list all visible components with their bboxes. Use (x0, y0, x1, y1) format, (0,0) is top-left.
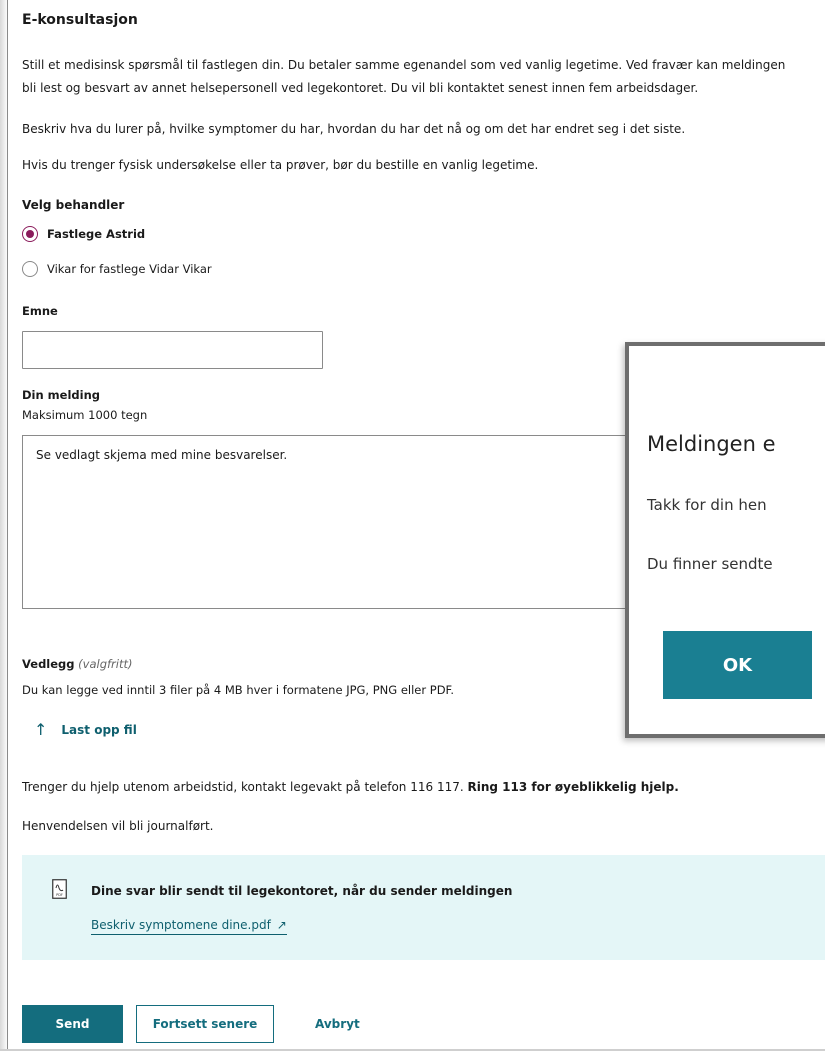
emergency-text: Trenger du hjelp utenom arbeidstid, kont… (22, 780, 468, 794)
emergency-bold-text: Ring 113 for øyeblikkelig hjelp. (467, 780, 679, 794)
radio-unselected-icon (22, 261, 38, 277)
upload-file-button[interactable]: ↑ Last opp fil (34, 722, 137, 738)
dialog-ok-button[interactable]: OK (663, 631, 812, 699)
exam-text: Hvis du trenger fysisk undersøkelse elle… (22, 158, 539, 172)
subject-input[interactable] (22, 331, 323, 369)
intro-line-2: bli lest og besvart av annet helseperson… (22, 81, 699, 95)
radio-selected-icon (22, 226, 38, 242)
send-button[interactable]: Send (22, 1005, 123, 1043)
attachments-hint: Du kan legge ved inntil 3 filer på 4 MB … (22, 683, 454, 697)
subject-label: Emne (22, 304, 58, 318)
attachments-label: Vedlegg (22, 657, 75, 671)
dialog-title: Meldingen e (647, 432, 776, 456)
pdf-link[interactable]: Beskriv symptomene dine.pdf ↗ (91, 918, 287, 935)
info-box-title: Dine svar blir sendt til legekontoret, n… (91, 884, 513, 898)
intro-line-1: Still et medisinsk spørsmål til fastlege… (22, 58, 786, 72)
describe-text: Beskriv hva du lurer på, hvilke symptome… (22, 122, 686, 136)
confirmation-dialog: Meldingen e Takk for din hen Du finner s… (625, 342, 825, 738)
external-link-icon: ↗ (276, 918, 287, 932)
dialog-text-1: Takk for din hen (647, 496, 767, 514)
upload-label: Last opp fil (61, 723, 137, 737)
emergency-notice: Trenger du hjelp utenom arbeidstid, kont… (22, 778, 679, 797)
page-title: E-konsultasjon (22, 12, 138, 28)
practitioner-label: Velg behandler (22, 198, 125, 212)
attachments-label-row: Vedlegg (valgfritt) (22, 657, 132, 671)
message-textarea[interactable]: Se vedlagt skjema med mine besvarelser. (22, 435, 662, 609)
radio-vikar-vidar[interactable]: Vikar for fastlege Vidar Vikar (22, 261, 212, 277)
radio-label: Fastlege Astrid (47, 227, 146, 241)
journal-notice: Henvendelsen vil bli journalført. (22, 819, 214, 833)
svg-text:PDF: PDF (56, 893, 63, 897)
attachments-optional: (valgfritt) (78, 657, 133, 671)
radio-label: Vikar for fastlege Vidar Vikar (47, 262, 212, 276)
pdf-file-icon: PDF (52, 879, 67, 899)
dialog-text-2: Du finner sendte (647, 555, 773, 573)
attachment-info-box: PDF Dine svar blir sendt til legekontore… (22, 855, 825, 960)
window-left-edge (0, 0, 8, 1051)
cancel-button[interactable]: Avbryt (315, 1005, 360, 1043)
message-hint: Maksimum 1000 tegn (22, 408, 148, 422)
pdf-link-text: Beskriv symptomene dine.pdf (91, 918, 271, 932)
message-label: Din melding (22, 388, 100, 402)
radio-fastlege-astrid[interactable]: Fastlege Astrid (22, 226, 145, 242)
upload-arrow-icon: ↑ (34, 720, 48, 739)
continue-later-button[interactable]: Fortsett senere (136, 1005, 274, 1043)
